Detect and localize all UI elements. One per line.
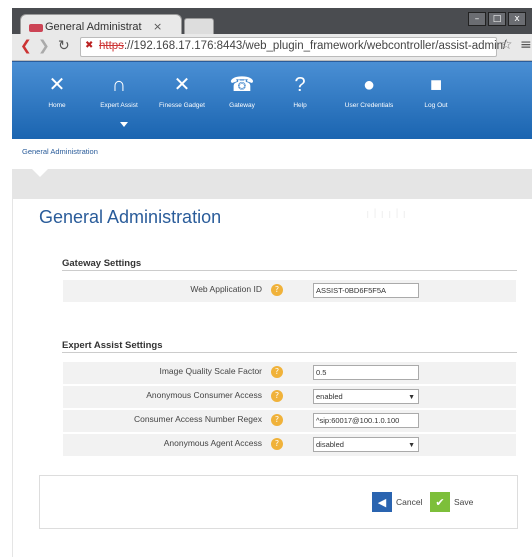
bookmark-star-icon[interactable]: ☆ — [500, 37, 513, 53]
anon-agent-label: Anonymous Agent Access — [163, 438, 262, 448]
form-row-anon-agent: Anonymous Agent Access ? disabled ▼ — [63, 434, 516, 457]
nav-log-out-label: Log Out — [424, 102, 448, 109]
reload-icon[interactable]: ↻ — [58, 38, 70, 54]
nav-gateway[interactable]: ☎ Gateway — [222, 74, 262, 109]
help-icon[interactable]: ? — [271, 438, 283, 450]
anon-agent-value: disabled — [316, 440, 344, 449]
help-icon[interactable]: ? — [271, 366, 283, 378]
save-label: Save — [454, 497, 474, 507]
section-divider — [62, 352, 517, 353]
cancel-label: Cancel — [396, 497, 423, 507]
nav-user-credentials[interactable]: ● User Credentials — [334, 74, 404, 109]
section-title-expert-assist: Expert Assist Settings — [62, 340, 163, 351]
url-input[interactable]: ✖ https://192.168.17.176:8443/web_plugin… — [80, 37, 506, 57]
help-icon[interactable]: ? — [271, 284, 283, 296]
anon-consumer-label: Anonymous Consumer Access — [146, 390, 262, 400]
form-row-consumer-regex: Consumer Access Number Regex ? ^sip:6001… — [63, 410, 516, 433]
cancel-button[interactable]: ◀ Cancel — [372, 490, 422, 514]
help-icon: ? — [294, 74, 306, 96]
anon-agent-select[interactable]: disabled ▼ — [313, 437, 419, 452]
nav-finesse-gadget-label: Finesse Gadget — [159, 102, 205, 109]
dropdown-arrow-icon: ▼ — [408, 442, 415, 449]
help-icon[interactable]: ? — [271, 390, 283, 402]
consumer-regex-field[interactable]: ^sip:60017@100.1.0.100 — [313, 413, 419, 428]
page-title: General Administration — [39, 207, 222, 227]
check-icon: ✔ — [430, 492, 450, 512]
cancel-arrow-icon: ◀ — [372, 492, 392, 512]
web-app-id-label: Web Application ID — [190, 284, 262, 294]
help-icon[interactable]: ? — [271, 414, 283, 426]
maximize-button[interactable]: □ — [488, 12, 506, 26]
form-row-anon-consumer: Anonymous Consumer Access ? enabled ▼ — [63, 386, 516, 409]
save-button[interactable]: ✔ Save — [430, 490, 473, 514]
nav-user-credentials-label: User Credentials — [344, 102, 394, 109]
nav-log-out[interactable]: ■ Log Out — [416, 74, 456, 109]
insecure-lock-icon: ✖ — [85, 40, 94, 51]
active-nav-caret — [120, 122, 128, 127]
nav-finesse-gadget[interactable]: ✕ Finesse Gadget — [152, 74, 212, 109]
web-app-id-field[interactable]: ASSIST-0BD6F5F5A — [313, 283, 419, 298]
network-icon: ✕ — [173, 74, 191, 96]
section-divider — [62, 270, 517, 271]
browser-menu-icon[interactable]: ≡ — [520, 37, 532, 53]
header-band — [12, 169, 532, 200]
cisco-watermark: ılıılı — [366, 207, 411, 221]
headset-icon: ∩ — [111, 74, 127, 96]
nav-home[interactable]: ✕ Home — [37, 74, 77, 109]
close-window-button[interactable]: x — [508, 12, 526, 26]
tab-close-icon[interactable]: × — [153, 20, 162, 33]
nav-home-label: Home — [48, 102, 66, 109]
anon-consumer-select[interactable]: enabled ▼ — [313, 389, 419, 404]
forward-icon[interactable]: ❯ — [38, 38, 50, 54]
breadcrumb-notch — [32, 169, 48, 177]
lock-icon: ■ — [429, 74, 443, 96]
breadcrumb-item[interactable]: General Administration — [22, 147, 98, 156]
main-content: General Administration ılıılı Gateway Se… — [12, 199, 532, 557]
section-title-gateway: Gateway Settings — [62, 258, 142, 269]
nav-gateway-label: Gateway — [229, 102, 255, 109]
page: General Administrat × – □ x ❮ ❯ ↻ ✖ http… — [0, 0, 532, 557]
address-bar-row: ❮ ❯ ↻ ✖ https://192.168.17.176:8443/web_… — [12, 34, 532, 61]
app-nav-bar: ✕ Home ∩ Expert Assist ✕ Finesse Gadget … — [12, 61, 532, 140]
consumer-regex-label: Consumer Access Number Regex — [133, 414, 262, 424]
minimize-button[interactable]: – — [468, 12, 486, 26]
form-footer: ◀ Cancel ✔ Save — [39, 475, 518, 529]
form-row-image-quality: Image Quality Scale Factor ? 0.5 — [63, 362, 516, 385]
window-controls: – □ x — [468, 12, 526, 26]
dropdown-arrow-icon: ▼ — [408, 394, 415, 401]
network-icon: ✕ — [48, 74, 66, 96]
form-row-web-app-id: Web Application ID ? ASSIST-0BD6F5F5A — [63, 280, 516, 303]
image-quality-label: Image Quality Scale Factor — [159, 366, 262, 376]
nav-help[interactable]: ? Help — [280, 74, 320, 109]
phone-icon: ☎ — [229, 74, 255, 96]
nav-expert-assist[interactable]: ∩ Expert Assist — [94, 74, 144, 109]
url-text: https://192.168.17.176:8443/web_plugin_f… — [99, 40, 507, 52]
nav-expert-assist-label: Expert Assist — [100, 102, 138, 109]
tab-title: General Administrat — [45, 21, 142, 33]
user-icon: ● — [362, 74, 376, 96]
image-quality-field[interactable]: 0.5 — [313, 365, 419, 380]
back-icon[interactable]: ❮ — [20, 38, 32, 54]
breadcrumb: General Administration — [12, 139, 532, 170]
nav-help-label: Help — [293, 102, 307, 109]
anon-consumer-value: enabled — [316, 392, 343, 401]
favicon-icon — [29, 24, 43, 32]
